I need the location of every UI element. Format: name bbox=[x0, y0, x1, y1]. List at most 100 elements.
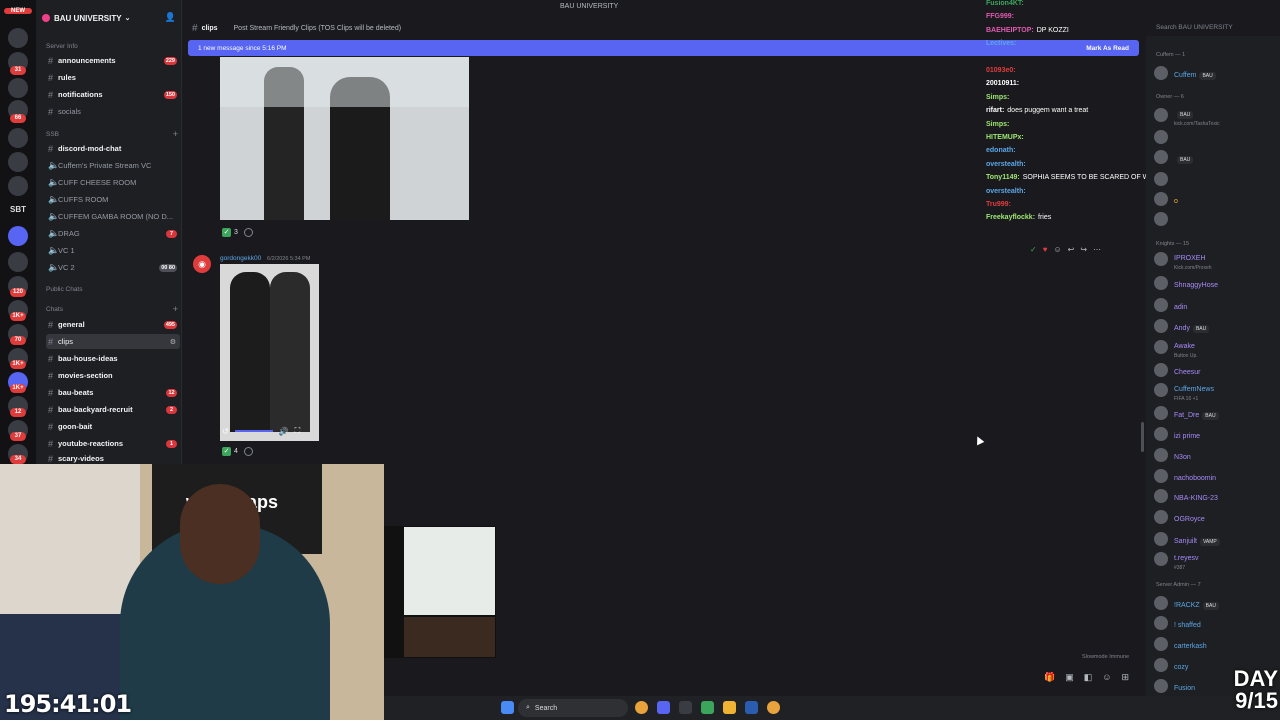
add-reaction-icon[interactable] bbox=[243, 446, 253, 456]
steam-icon[interactable] bbox=[745, 701, 758, 714]
member-item[interactable] bbox=[1154, 210, 1278, 228]
check-reaction-icon[interactable]: ✓ bbox=[1030, 245, 1037, 257]
member-item[interactable]: adin bbox=[1154, 296, 1278, 314]
voice-channel[interactable]: 🔈 CUFF CHEESE ROOM bbox=[46, 175, 180, 190]
search-input[interactable]: Search BAU UNIVERSITY bbox=[1148, 20, 1276, 34]
check-reaction-icon[interactable]: ✓ bbox=[222, 446, 231, 456]
channel-socials[interactable]: # socials bbox=[46, 104, 180, 119]
taskbar-search[interactable]: ⌕ Search bbox=[518, 699, 628, 717]
fullscreen-icon[interactable]: ⛶ bbox=[295, 426, 301, 436]
channel-movies-section[interactable]: # movies-section bbox=[46, 368, 180, 383]
voice-channel[interactable]: 🔈 VC 2 00 80 bbox=[46, 260, 180, 275]
gif-icon[interactable]: ▣ bbox=[1065, 672, 1074, 683]
discord-icon[interactable] bbox=[657, 701, 670, 714]
voice-channel[interactable]: 🔈 VC 1 bbox=[46, 243, 180, 258]
member-item[interactable] bbox=[1154, 128, 1278, 146]
category-chats[interactable]: Chats + bbox=[46, 303, 180, 315]
chrome-icon[interactable] bbox=[767, 701, 780, 714]
voice-channel[interactable]: 🔈 CUFFEM GAMBA ROOM (NO D... bbox=[46, 209, 180, 224]
channel-general[interactable]: # general 495 bbox=[46, 317, 180, 332]
member-item[interactable]: !RACKZ BAU bbox=[1154, 594, 1278, 612]
forward-icon[interactable]: ↪ bbox=[1080, 245, 1087, 257]
member-item[interactable]: NBA-KING-23 bbox=[1154, 487, 1278, 505]
member-item[interactable]: o bbox=[1154, 190, 1278, 208]
channel-youtube-reactions[interactable]: # youtube-reactions 1 bbox=[46, 436, 180, 451]
replay-icon[interactable]: ↺ bbox=[222, 427, 229, 436]
windows-start-icon[interactable] bbox=[501, 701, 514, 714]
voice-channel[interactable]: 🔈 DRAG 7 bbox=[46, 226, 180, 241]
message-author[interactable]: gordongekk00 6/2/2026 5:34 PM bbox=[220, 255, 310, 262]
video-thumbnail[interactable] bbox=[404, 617, 495, 657]
folder-icon[interactable] bbox=[723, 701, 736, 714]
channel-goon-bait[interactable]: # goon-bait bbox=[46, 419, 180, 434]
add-channel-icon[interactable]: + bbox=[173, 129, 178, 139]
member-item[interactable]: ShnaggyHose bbox=[1154, 274, 1278, 292]
video-attachment[interactable] bbox=[220, 57, 469, 220]
server-icon[interactable] bbox=[8, 152, 28, 172]
voice-channel[interactable]: 🔈 Cuffem's Private Stream VC bbox=[46, 158, 180, 173]
reaction-bar[interactable]: ✓ 3 bbox=[222, 226, 253, 238]
more-icon[interactable]: ⋯ bbox=[1093, 245, 1101, 257]
channel-bau-backyard-recruit[interactable]: # bau-backyard-recruit 2 bbox=[46, 402, 180, 417]
channel-discord-mod-chat[interactable]: # discord-mod-chat bbox=[46, 141, 180, 156]
add-reaction-icon[interactable] bbox=[243, 227, 253, 237]
member-item[interactable] bbox=[1154, 170, 1278, 188]
member-item[interactable]: BAU kick.com/TashaToxic bbox=[1154, 106, 1278, 127]
server-icon[interactable] bbox=[8, 78, 28, 98]
chrome-icon[interactable] bbox=[635, 701, 648, 714]
server-icon[interactable] bbox=[8, 226, 28, 246]
category-server-info[interactable]: Server Info bbox=[46, 40, 180, 52]
channel-bau-beats[interactable]: # bau-beats 12 bbox=[46, 385, 180, 400]
video-thumbnail[interactable] bbox=[404, 527, 495, 615]
video-attachment[interactable] bbox=[220, 264, 319, 441]
member-item[interactable]: izi prime bbox=[1154, 425, 1278, 443]
author-name[interactable]: gordongekk00 bbox=[220, 255, 261, 262]
member-item[interactable]: IPROXEH Kick.com/Proxeh bbox=[1154, 250, 1278, 271]
member-item[interactable]: nachoboomin bbox=[1154, 467, 1278, 485]
member-item[interactable]: Awake Button Up. bbox=[1154, 338, 1278, 359]
volume-slider[interactable] bbox=[234, 430, 273, 432]
heart-icon[interactable]: ♥ bbox=[1043, 245, 1048, 257]
member-item[interactable]: Cheesur bbox=[1154, 361, 1278, 379]
member-item[interactable]: carterkash bbox=[1154, 635, 1278, 653]
check-reaction-icon[interactable]: ✓ bbox=[222, 227, 231, 237]
member-item[interactable]: OGRoyce bbox=[1154, 508, 1278, 526]
member-item[interactable]: ! shaffed bbox=[1154, 614, 1278, 632]
add-reaction-icon[interactable]: ☺ bbox=[1053, 245, 1061, 257]
app-icon[interactable] bbox=[679, 701, 692, 714]
member-item[interactable]: Andy BAU bbox=[1154, 317, 1278, 335]
author-avatar[interactable]: ◉ bbox=[193, 255, 211, 273]
channel-scary-videos[interactable]: # scary-videos bbox=[46, 453, 180, 464]
add-user-icon[interactable]: 👤 bbox=[165, 12, 176, 23]
reaction-bar[interactable]: ✓ 4 bbox=[222, 445, 253, 457]
category-ssb[interactable]: SSB + bbox=[46, 128, 180, 140]
member-item[interactable]: Sanjuilt VAMP bbox=[1154, 530, 1278, 548]
reply-icon[interactable]: ↩ bbox=[1068, 245, 1075, 257]
emoji-icon[interactable]: ☺ bbox=[1102, 672, 1111, 683]
channel-announcements[interactable]: # announcements 229 bbox=[46, 53, 180, 68]
channel-clips[interactable]: # clips ⚙ bbox=[46, 334, 180, 349]
gift-icon[interactable]: 🎁 bbox=[1044, 672, 1055, 683]
channel-bau-house-ideas[interactable]: # bau-house-ideas bbox=[46, 351, 180, 366]
member-item[interactable]: BAU bbox=[1154, 148, 1278, 166]
settings-icon[interactable]: ⚙ bbox=[170, 338, 176, 346]
add-channel-icon[interactable]: + bbox=[173, 304, 178, 314]
apps-icon[interactable]: ⊞ bbox=[1121, 672, 1129, 683]
member-item[interactable]: N3on bbox=[1154, 446, 1278, 464]
server-header[interactable]: BAU UNIVERSITY ⌄ 👤 bbox=[36, 0, 182, 36]
app-icon[interactable] bbox=[701, 701, 714, 714]
volume-icon[interactable]: 🔊 bbox=[279, 427, 289, 436]
channel-notifications[interactable]: # notifications 150 bbox=[46, 87, 180, 102]
server-icon[interactable] bbox=[8, 28, 28, 48]
member-item[interactable]: Cuffem BAU bbox=[1154, 64, 1278, 82]
category-public-chats[interactable]: Public Chats bbox=[46, 283, 180, 295]
scrollbar[interactable] bbox=[1141, 422, 1144, 452]
member-item[interactable]: t.reyesv #387 bbox=[1154, 550, 1278, 571]
sticker-icon[interactable]: ◧ bbox=[1084, 672, 1093, 683]
member-item[interactable]: CuffemNews FIFA 16 +1 bbox=[1154, 381, 1278, 402]
member-item[interactable]: Fat_Dre BAU bbox=[1154, 404, 1278, 422]
server-icon[interactable] bbox=[8, 252, 28, 272]
server-icon[interactable] bbox=[8, 128, 28, 148]
channel-rules[interactable]: # rules bbox=[46, 70, 180, 85]
server-icon[interactable] bbox=[8, 176, 28, 196]
